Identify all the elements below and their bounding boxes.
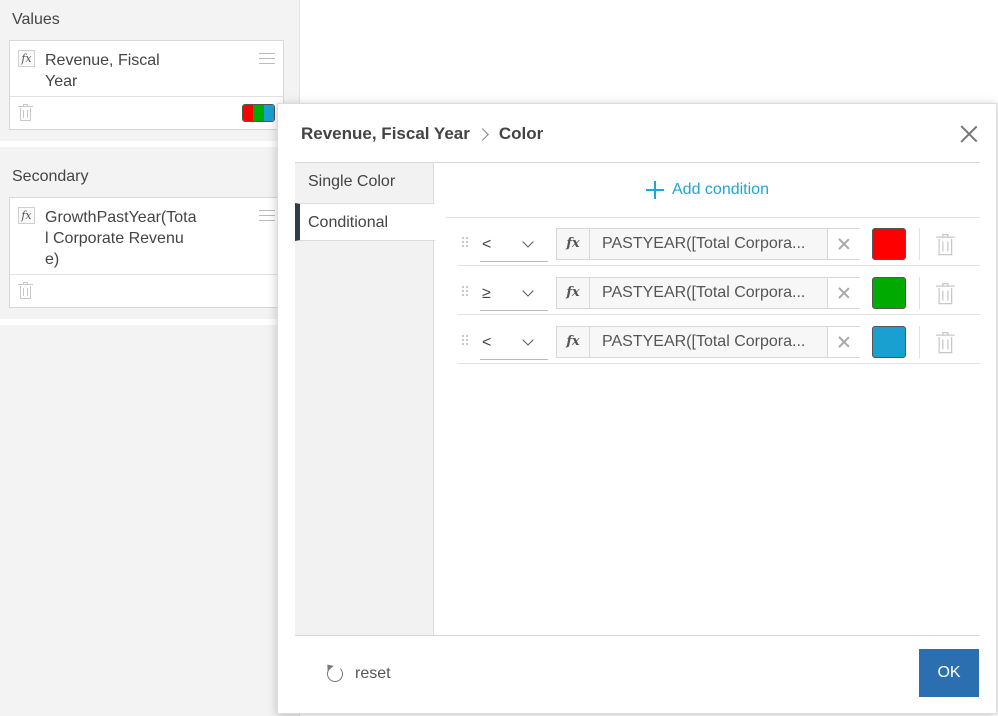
menu-icon[interactable] xyxy=(259,53,275,64)
expression-field[interactable]: fx PASTYEAR([Total Corpora... xyxy=(556,277,860,309)
operator-value: < xyxy=(482,236,492,253)
chevron-right-icon xyxy=(475,127,489,141)
drag-handle-icon[interactable] xyxy=(461,236,469,248)
operator-select[interactable]: < xyxy=(480,230,548,262)
section-divider xyxy=(0,141,300,147)
plus-icon xyxy=(646,181,664,199)
drag-handle-icon[interactable] xyxy=(461,334,469,346)
swatch-green xyxy=(253,105,264,121)
secondary-section-title: Secondary xyxy=(12,168,89,185)
reset-button[interactable]: reset xyxy=(327,665,391,683)
tab-single-color[interactable]: Single Color xyxy=(295,163,434,201)
close-icon[interactable] xyxy=(960,125,978,143)
undo-icon xyxy=(327,666,343,682)
breadcrumb: Revenue, Fiscal Year Color xyxy=(301,124,543,144)
operator-value: ≥ xyxy=(482,285,491,302)
section-divider xyxy=(0,319,300,325)
delete-condition-icon[interactable] xyxy=(936,234,955,256)
add-condition-button[interactable]: Add condition xyxy=(646,181,769,199)
operator-select[interactable]: < xyxy=(480,328,548,360)
delete-field-icon[interactable] xyxy=(18,282,33,299)
fx-icon[interactable]: fx xyxy=(557,327,590,357)
expression-field[interactable]: fx PASTYEAR([Total Corpora... xyxy=(556,228,860,260)
reset-label: reset xyxy=(355,665,391,682)
expression-text: PASTYEAR([Total Corpora... xyxy=(602,235,806,252)
divider xyxy=(919,326,920,358)
breadcrumb-field[interactable]: Revenue, Fiscal Year xyxy=(301,124,470,144)
fields-panel: Values fx Revenue, Fiscal Year Secondary… xyxy=(0,0,300,716)
condition-color-swatch[interactable] xyxy=(872,326,906,358)
divider xyxy=(919,277,920,309)
values-field-name: Revenue, Fiscal Year xyxy=(45,52,160,90)
operator-select[interactable]: ≥ xyxy=(480,279,548,311)
swatch-blue xyxy=(263,105,274,121)
condition-color-swatch[interactable] xyxy=(872,228,906,260)
values-section-title: Values xyxy=(12,11,60,28)
secondary-field-card[interactable]: fx GrowthPastYear(Total Corporate Revenu… xyxy=(9,197,284,308)
breadcrumb-color: Color xyxy=(498,124,544,143)
chevron-down-icon xyxy=(522,334,534,346)
expression-text: PASTYEAR([Total Corpora... xyxy=(602,284,806,301)
color-swatch-button[interactable] xyxy=(242,104,275,122)
divider xyxy=(919,228,920,260)
condition-row: < fx PASTYEAR([Total Corpora... xyxy=(446,316,980,364)
fx-icon[interactable]: fx xyxy=(557,278,590,308)
secondary-field-name: GrowthPastYear(Total Corporate Revenue) xyxy=(45,209,197,268)
condition-row: < fx PASTYEAR([Total Corpora... xyxy=(446,218,980,266)
menu-icon[interactable] xyxy=(259,210,275,221)
condition-row: ≥ fx PASTYEAR([Total Corpora... xyxy=(446,267,980,315)
chevron-down-icon xyxy=(522,236,534,248)
condition-color-swatch[interactable] xyxy=(872,277,906,309)
expression-field[interactable]: fx PASTYEAR([Total Corpora... xyxy=(556,326,860,358)
fx-icon: fx xyxy=(18,207,35,224)
tab-conditional[interactable]: Conditional xyxy=(295,203,435,241)
swatch-red xyxy=(243,105,254,121)
clear-icon[interactable] xyxy=(827,278,860,308)
drag-handle-icon[interactable] xyxy=(461,285,469,297)
clear-icon[interactable] xyxy=(827,327,860,357)
color-dialog: Revenue, Fiscal Year Color Single Color … xyxy=(277,103,997,714)
delete-field-icon[interactable] xyxy=(18,104,33,121)
fx-icon[interactable]: fx xyxy=(557,229,590,259)
ok-button[interactable]: OK xyxy=(919,649,979,697)
tab-list: Single Color Conditional xyxy=(295,163,435,635)
fx-icon: fx xyxy=(18,50,35,67)
dialog-body: Single Color Conditional Add condition <… xyxy=(295,162,980,636)
operator-value: < xyxy=(482,334,492,351)
delete-condition-icon[interactable] xyxy=(936,283,955,305)
values-field-card[interactable]: fx Revenue, Fiscal Year xyxy=(9,40,284,130)
chevron-down-icon xyxy=(522,285,534,297)
clear-icon[interactable] xyxy=(827,229,860,259)
delete-condition-icon[interactable] xyxy=(936,332,955,354)
expression-text: PASTYEAR([Total Corpora... xyxy=(602,333,806,350)
add-condition-label: Add condition xyxy=(672,181,769,198)
